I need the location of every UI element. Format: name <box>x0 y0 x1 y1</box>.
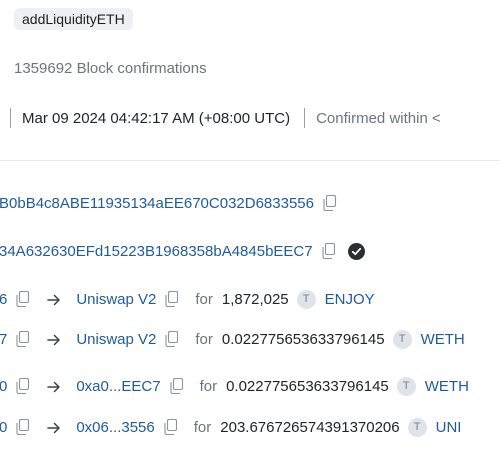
amount: 203.676726574391370206 <box>220 418 400 436</box>
token-link[interactable]: ENJOY <box>325 291 375 308</box>
amount: 1,872,025 <box>221 290 289 308</box>
arrow-right-icon <box>47 293 61 306</box>
from-row: B0bB4c8ABE11935134aEE670C032D6833556 <box>0 191 337 215</box>
from-link[interactable]: 0 <box>0 378 7 395</box>
transfer-row: 6 Uniswap V2 for 1,872,025 T ENJOY <box>0 287 375 311</box>
copy-icon[interactable] <box>165 290 179 308</box>
for-label: for <box>199 377 218 395</box>
copy-icon[interactable] <box>164 418 178 436</box>
from-link[interactable]: 0 <box>0 419 7 436</box>
arrow-right-icon <box>47 333 61 346</box>
transaction-details-panel: addLiquidityETH 1359692 Block confirmati… <box>0 0 500 458</box>
from-address-link[interactable]: B0bB4c8ABE11935134aEE670C032D6833556 <box>0 195 314 212</box>
copy-icon[interactable] <box>323 194 337 212</box>
verified-check-icon <box>347 242 365 260</box>
transfer-row: 0 0x06...3556 for 203.676726574391370206… <box>0 415 461 439</box>
confirmed-within: Confirmed within < <box>316 109 441 127</box>
copy-icon[interactable] <box>16 377 30 395</box>
for-label: for <box>195 330 213 348</box>
to-link[interactable]: 0x06...3556 <box>76 419 154 436</box>
transfer-row: 7 Uniswap V2 for 0.022775653633796145 T … <box>0 327 465 351</box>
method-badge: addLiquidityETH <box>14 8 133 30</box>
to-row: 34A632630EFd15223B1968358bA4845bEEC7 <box>0 239 365 263</box>
token-link[interactable]: UNI <box>436 419 462 436</box>
token-link[interactable]: WETH <box>425 378 469 395</box>
copy-icon[interactable] <box>16 330 30 348</box>
token-icon: T <box>396 376 416 396</box>
to-link[interactable]: Uniswap V2 <box>76 331 156 348</box>
token-icon: T <box>296 289 316 309</box>
copy-icon[interactable] <box>165 330 179 348</box>
for-label: for <box>195 290 213 308</box>
to-link[interactable]: Uniswap V2 <box>76 291 156 308</box>
timestamp: Mar 09 2024 04:42:17 AM (+08:00 UTC) <box>22 109 291 127</box>
token-icon: T <box>392 329 412 349</box>
to-link[interactable]: 0xa0...EEC7 <box>76 378 160 395</box>
token-link[interactable]: WETH <box>421 331 465 348</box>
from-link[interactable]: 7 <box>0 331 7 348</box>
divider <box>0 160 500 161</box>
arrow-right-icon <box>47 380 61 393</box>
copy-icon[interactable] <box>322 242 336 260</box>
amount: 0.022775653633796145 <box>221 330 385 348</box>
separator <box>304 108 306 128</box>
token-icon: T <box>407 417 427 437</box>
arrow-right-icon <box>47 421 61 434</box>
timestamp-row: Mar 09 2024 04:42:17 AM (+08:00 UTC) Con… <box>0 107 441 129</box>
to-address-link[interactable]: 34A632630EFd15223B1968358bA4845bEEC7 <box>0 243 313 260</box>
copy-icon[interactable] <box>16 290 30 308</box>
copy-icon[interactable] <box>170 377 184 395</box>
amount: 0.022775653633796145 <box>226 377 389 395</box>
block-confirmations: 1359692 Block confirmations <box>14 60 207 77</box>
separator <box>10 108 11 128</box>
transfer-row: 0 0xa0...EEC7 for 0.022775653633796145 T… <box>0 374 469 398</box>
from-link[interactable]: 6 <box>0 291 7 308</box>
copy-icon[interactable] <box>16 418 30 436</box>
for-label: for <box>193 418 212 436</box>
